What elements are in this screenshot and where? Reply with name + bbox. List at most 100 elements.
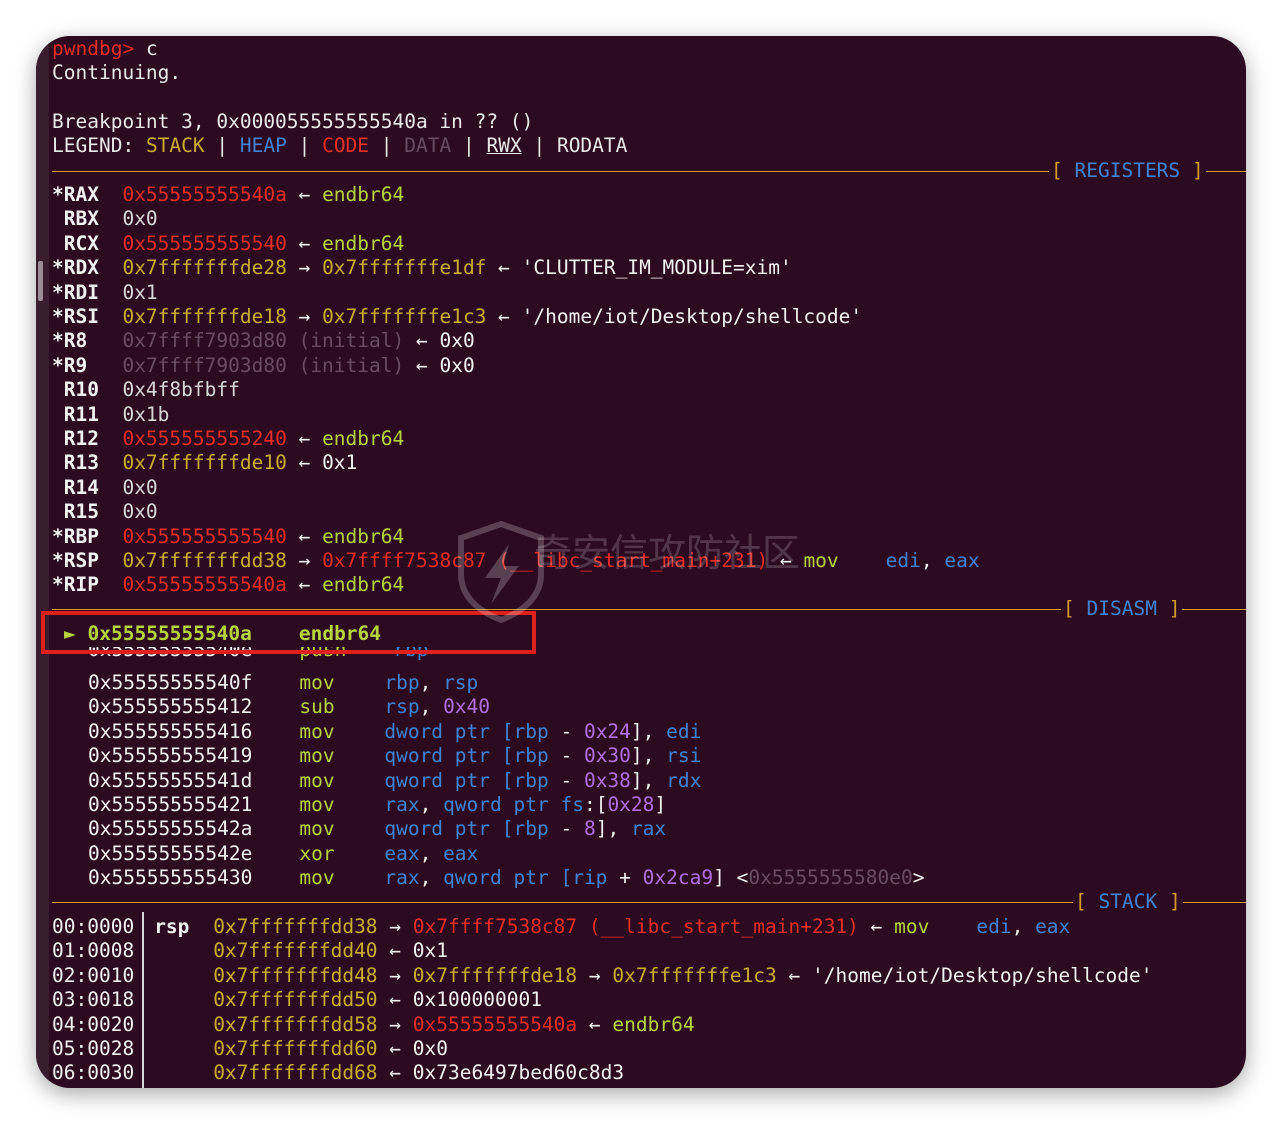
legend-rwx: RWX — [486, 134, 522, 157]
terminal-output: pwndbg> c Continuing. Breakpoint 3, 0x00… — [36, 36, 1246, 1088]
stack-header: [ STACK ] — [1073, 890, 1183, 915]
register-row: *RBP 0x555555555540 ← endbr64 — [52, 525, 404, 549]
disasm-mnemonic: mov — [299, 768, 335, 792]
register-deref: mov — [803, 549, 886, 572]
register-value: 0x0 — [122, 475, 158, 499]
register-deref: ← — [486, 305, 522, 328]
disasm-operand: , — [419, 671, 444, 694]
register-name: R11 — [52, 402, 99, 426]
stack-deref: → — [377, 915, 413, 938]
register-row: R14 0x0 — [52, 476, 158, 500]
register-row: R12 0x555555555240 ← endbr64 — [52, 427, 405, 451]
disasm-row: 0x55555555541d mov qword ptr [rbp - 0x38]… — [88, 769, 701, 793]
register-deref: 'CLUTTER_IM_MODULE=xim' — [521, 256, 792, 280]
stack-deref: , — [1011, 915, 1036, 938]
stack-deref: 0x0 — [412, 1037, 449, 1060]
disasm-header: [ DISASM ] — [1061, 597, 1183, 622]
register-name: *RDX — [52, 256, 99, 280]
stack-row: 01:0008 0x7fffffffdd40 ← 0x1 — [52, 939, 448, 963]
stack-deref: 0x1 — [412, 939, 449, 963]
disasm-address: 0x555555555419 — [88, 744, 253, 768]
register-deref: ← — [286, 573, 323, 597]
register-deref: → — [286, 256, 323, 280]
register-value: 0x7fffffffde28 — [122, 256, 287, 280]
register-deref: → — [286, 549, 323, 572]
register-value: 0x1b — [122, 402, 170, 426]
stack-deref: '/home/iot/Desktop/shellcode' — [812, 963, 1153, 987]
terminal-window: pwndbg> c Continuing. Breakpoint 3, 0x00… — [36, 36, 1246, 1088]
stack-address: 0x7fffffffdd60 — [213, 1037, 378, 1060]
register-value: 0x0 — [122, 207, 158, 231]
disasm-operand: eax — [384, 841, 420, 865]
disasm-operand: rax — [384, 793, 420, 816]
stack-address: 0x7fffffffdd48 — [213, 963, 378, 987]
register-value: 0x55555555540a — [122, 573, 287, 597]
stack-row: 02:0010 0x7fffffffdd48 → 0x7fffffffde18 →… — [52, 964, 1152, 988]
disasm-row: 0x55555555540f mov rbp, rsp — [88, 671, 478, 695]
disasm-row: 0x55555555542a mov qword ptr [rbp - 8], r… — [88, 817, 666, 841]
stack-separator — [52, 902, 1246, 903]
disasm-operand: , — [419, 841, 444, 865]
stack-address: 0x7fffffffdd68 — [213, 1061, 378, 1085]
register-deref: 0x7fffffffe1c3 — [322, 305, 487, 328]
stack-deref: 0x55555555540a — [412, 1012, 578, 1036]
disasm-mnemonic: mov — [299, 719, 335, 743]
disasm-operand: 0x40 — [443, 695, 491, 719]
register-name: *R9 — [52, 353, 99, 377]
disasm-operand: - — [548, 719, 584, 743]
register-deref: ← — [286, 183, 323, 206]
register-name: *RAX — [52, 183, 99, 206]
stack-deref: ← — [858, 915, 895, 938]
legend-code: CODE — [322, 134, 370, 157]
stack-offset: 05:0028 — [52, 1037, 135, 1060]
disasm-operand: qword ptr — [443, 793, 561, 816]
disasm-row: 0x55555555542e xor eax, eax — [88, 842, 478, 866]
disasm-operand: qword ptr [ — [384, 817, 514, 841]
legend-heap: HEAP — [239, 134, 287, 157]
stack-title: STACK — [1098, 890, 1158, 913]
stack-offset: 04:0020 — [52, 1012, 135, 1036]
register-name: RBX — [52, 207, 99, 231]
disasm-operand: + — [607, 866, 643, 890]
disasm-operand: rbp — [513, 817, 549, 841]
stack-address: 0x7fffffffdd50 — [213, 988, 378, 1012]
register-name: R15 — [52, 500, 99, 524]
stack-deref: → — [377, 963, 413, 987]
continuing-line: Continuing. — [52, 61, 182, 84]
register-deref: edi — [885, 549, 921, 572]
disasm-address: 0x55555555542e — [88, 841, 253, 865]
disasm-mnemonic: mov — [299, 744, 335, 768]
stack-deref: ← — [377, 988, 413, 1012]
stack-deref: 0x7fffffffe1c3 — [612, 963, 777, 987]
stack-deref: ← — [377, 1037, 413, 1060]
disasm-operand: qword ptr [ — [384, 768, 514, 792]
register-row: R11 0x1b — [52, 402, 170, 427]
disasm-mnemonic: mov — [299, 817, 335, 841]
disasm-operand: 0x30 — [583, 744, 631, 768]
register-row: *RDI 0x1 — [52, 281, 158, 305]
legend-data: DATA — [404, 134, 452, 157]
prompt-line: pwndbg> c — [52, 37, 158, 61]
register-value: 0x4f8bfbff — [122, 378, 240, 402]
disasm-address: 0x555555555421 — [88, 793, 253, 816]
stack-deref: ← — [377, 1061, 413, 1085]
stack-deref: endbr64 — [612, 1012, 695, 1036]
stack-deref: ← — [377, 939, 413, 963]
disasm-operand: , — [419, 793, 444, 816]
stack-row: 03:0018 0x7fffffffdd50 ← 0x100000001 — [52, 988, 542, 1012]
register-deref: endbr64 — [322, 573, 405, 597]
disasm-mnemonic: mov — [299, 866, 335, 890]
disasm-address: 0x55555555540f — [88, 671, 253, 694]
register-deref: (initial) — [286, 353, 405, 377]
stack-row: 04:0020 0x7fffffffdd58 → 0x55555555540a ←… — [52, 1013, 695, 1037]
register-row: *RDX 0x7fffffffde28 → 0x7fffffffe1df ← '… — [52, 256, 792, 280]
disasm-operand: 0x28 — [607, 793, 655, 816]
watermark-text: 奇安信攻防社区 — [534, 531, 801, 575]
register-deref: endbr64 — [322, 231, 405, 255]
disasm-operand: :[ — [583, 793, 608, 816]
register-deref: 0x0 — [439, 353, 475, 377]
register-row: *R8 0x7ffff7903d80 (initial) ← 0x0 — [52, 329, 475, 353]
register-value: 0x55555555540a — [122, 183, 287, 206]
prompt: pwndbg> — [52, 37, 135, 60]
registers-header: [ REGISTERS ] — [1049, 159, 1206, 184]
